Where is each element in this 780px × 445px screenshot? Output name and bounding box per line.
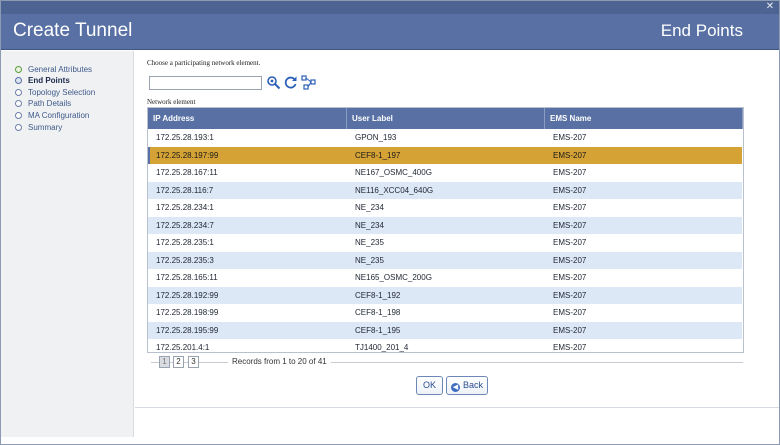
ok-button[interactable]: OK bbox=[416, 376, 443, 395]
main-content: Choose a participating network element. … bbox=[135, 51, 779, 437]
page-title: Create Tunnel bbox=[13, 20, 133, 41]
cell-ems-name: EMS-207 bbox=[553, 185, 587, 195]
cell-user-label: GPON_193 bbox=[355, 133, 397, 142]
cell-user-label: NE165_OSMC_200G bbox=[355, 273, 432, 282]
column-header-ems-name[interactable]: EMS Name bbox=[545, 108, 743, 129]
cell-ip-address: 172.25.28.197:99 bbox=[156, 150, 219, 160]
close-icon[interactable]: ✕ bbox=[765, 2, 775, 12]
cell-ip-address: 172.25.28.235:1 bbox=[156, 238, 214, 247]
table-row[interactable]: 172.25.28.234:7 NE_234 EMS-207 bbox=[148, 216, 742, 234]
table-row[interactable]: 172.25.28.116:7 NE116_XCC04_640G EMS-207 bbox=[148, 181, 742, 199]
cell-ems-name: EMS-207 bbox=[553, 325, 587, 335]
page-button-2[interactable]: 2 bbox=[173, 356, 184, 368]
cell-user-label: NE_234 bbox=[355, 220, 384, 230]
table-scrollbar[interactable]: ▲ ▼ bbox=[743, 129, 744, 352]
table-row[interactable]: 172.25.28.195:99 CEF8-1_195 EMS-207 bbox=[148, 321, 742, 339]
cell-ems-name: EMS-207 bbox=[553, 168, 587, 177]
table-row[interactable]: 172.25.28.192:99 CEF8-1_192 EMS-207 bbox=[148, 286, 742, 304]
cell-ip-address: 172.25.28.235:3 bbox=[156, 255, 214, 265]
step-label: General Attributes bbox=[28, 64, 93, 74]
table-row[interactable]: 172.25.28.234:1 NE_234 EMS-207 bbox=[148, 199, 742, 216]
cell-ems-name: EMS-207 bbox=[553, 238, 587, 247]
refresh-icon[interactable] bbox=[283, 75, 298, 90]
cell-ip-address: 172.25.28.193:1 bbox=[156, 133, 214, 142]
cell-ip-address: 172.25.28.195:99 bbox=[156, 325, 219, 335]
page-button-3[interactable]: 3 bbox=[188, 356, 199, 368]
step-label: Summary bbox=[28, 122, 63, 132]
cell-ems-name: EMS-207 bbox=[553, 203, 587, 212]
table-row[interactable]: 172.25.28.235:1 NE_235 EMS-207 bbox=[148, 234, 742, 251]
cell-ip-address: 172.25.28.234:7 bbox=[156, 220, 214, 230]
step-ma-configuration[interactable]: MA Configuration bbox=[15, 109, 89, 121]
window-titlebar: ✕ bbox=[1, 1, 779, 14]
wizard-steps-sidebar: General Attributes End Points Topology S… bbox=[1, 51, 134, 437]
column-header-ip-address[interactable]: IP Address bbox=[148, 108, 347, 129]
table-row[interactable]: 172.25.201.4:1 TJ1400_201_4 EMS-207 bbox=[148, 339, 742, 352]
network-element-table: IP Address User Label EMS Name 172.25.28… bbox=[147, 107, 744, 353]
footer-divider bbox=[135, 407, 779, 408]
column-header-user-label[interactable]: User Label bbox=[347, 108, 545, 129]
cell-user-label: CEF8-1_197 bbox=[355, 150, 401, 160]
section-title: End Points bbox=[660, 21, 743, 40]
table-header: IP Address User Label EMS Name bbox=[148, 108, 743, 129]
back-button[interactable]: ◀ Back bbox=[446, 376, 488, 395]
instruction-text: Choose a participating network element. bbox=[147, 59, 261, 67]
cell-ip-address: 172.25.28.234:1 bbox=[156, 203, 214, 212]
step-label: Path Details bbox=[28, 98, 72, 108]
step-end-points[interactable]: End Points bbox=[15, 74, 70, 86]
table-row[interactable]: 172.25.28.235:3 NE_235 EMS-207 bbox=[148, 251, 742, 269]
table-row[interactable]: 172.25.28.165:11 NE165_OSMC_200G EMS-207 bbox=[148, 269, 742, 286]
back-arrow-icon: ◀ bbox=[450, 383, 460, 392]
back-button-label: Back bbox=[462, 380, 483, 390]
cell-ems-name: EMS-207 bbox=[553, 220, 587, 230]
step-pending-icon bbox=[15, 123, 22, 131]
cell-user-label: NE116_XCC04_640G bbox=[355, 185, 434, 195]
cell-user-label: NE_234 bbox=[355, 203, 384, 212]
step-label: End Points bbox=[28, 75, 70, 85]
cell-user-label: NE167_OSMC_400G bbox=[355, 168, 432, 177]
cell-ip-address: 172.25.28.198:99 bbox=[156, 308, 219, 317]
cell-user-label: NE_235 bbox=[355, 255, 384, 265]
step-pending-icon bbox=[15, 99, 22, 107]
step-pending-icon bbox=[15, 111, 22, 119]
create-tunnel-dialog: ✕ Create Tunnel End Points General Attri… bbox=[0, 0, 780, 445]
cell-ems-name: EMS-207 bbox=[553, 255, 587, 265]
cell-user-label: CEF8-1_198 bbox=[355, 308, 401, 317]
cell-user-label: CEF8-1_195 bbox=[355, 325, 401, 335]
step-path-details[interactable]: Path Details bbox=[15, 97, 71, 109]
table-row[interactable]: 172.25.28.193:1 GPON_193 EMS-207 bbox=[148, 129, 742, 146]
topology-icon[interactable] bbox=[301, 75, 316, 90]
step-summary[interactable]: Summary bbox=[15, 121, 62, 133]
cell-ip-address: 172.25.28.167:11 bbox=[156, 168, 218, 177]
step-current-icon bbox=[15, 76, 22, 84]
page-button-1[interactable]: 1 bbox=[159, 356, 170, 368]
cell-ip-address: 172.25.201.4:1 bbox=[156, 343, 210, 352]
table-row[interactable]: 172.25.28.197:99 CEF8-1_197 EMS-207 bbox=[148, 146, 742, 164]
cell-ip-address: 172.25.28.116:7 bbox=[156, 185, 214, 195]
search-zoom-icon[interactable] bbox=[266, 75, 281, 90]
step-complete-icon bbox=[15, 65, 22, 73]
cell-user-label: TJ1400_201_4 bbox=[355, 343, 409, 352]
cell-ip-address: 172.25.28.165:11 bbox=[156, 273, 218, 282]
cell-ems-name: EMS-207 bbox=[553, 308, 587, 317]
step-pending-icon bbox=[15, 88, 22, 96]
records-count: Records from 1 to 20 of 41 bbox=[228, 356, 331, 368]
cell-ems-name: EMS-207 bbox=[553, 273, 587, 282]
table-caption: Network element bbox=[147, 98, 196, 106]
cell-ems-name: EMS-207 bbox=[553, 133, 587, 142]
table-row[interactable]: 172.25.28.167:11 NE167_OSMC_400G EMS-207 bbox=[148, 164, 742, 181]
cell-ems-name: EMS-207 bbox=[553, 150, 587, 160]
dialog-header: Create Tunnel End Points bbox=[1, 14, 779, 50]
cell-ems-name: EMS-207 bbox=[553, 343, 587, 352]
cell-ip-address: 172.25.28.192:99 bbox=[156, 290, 219, 300]
cell-ems-name: EMS-207 bbox=[553, 290, 587, 300]
table-row[interactable]: 172.25.28.198:99 CEF8-1_198 EMS-207 bbox=[148, 304, 742, 321]
step-label: MA Configuration bbox=[28, 110, 90, 120]
search-input[interactable] bbox=[149, 76, 262, 90]
step-label: Topology Selection bbox=[28, 87, 96, 97]
cell-user-label: NE_235 bbox=[355, 238, 384, 247]
table-body: 172.25.28.193:1 GPON_193 EMS-207 172.25.28.… bbox=[148, 129, 742, 352]
cell-user-label: CEF8-1_192 bbox=[355, 290, 401, 300]
